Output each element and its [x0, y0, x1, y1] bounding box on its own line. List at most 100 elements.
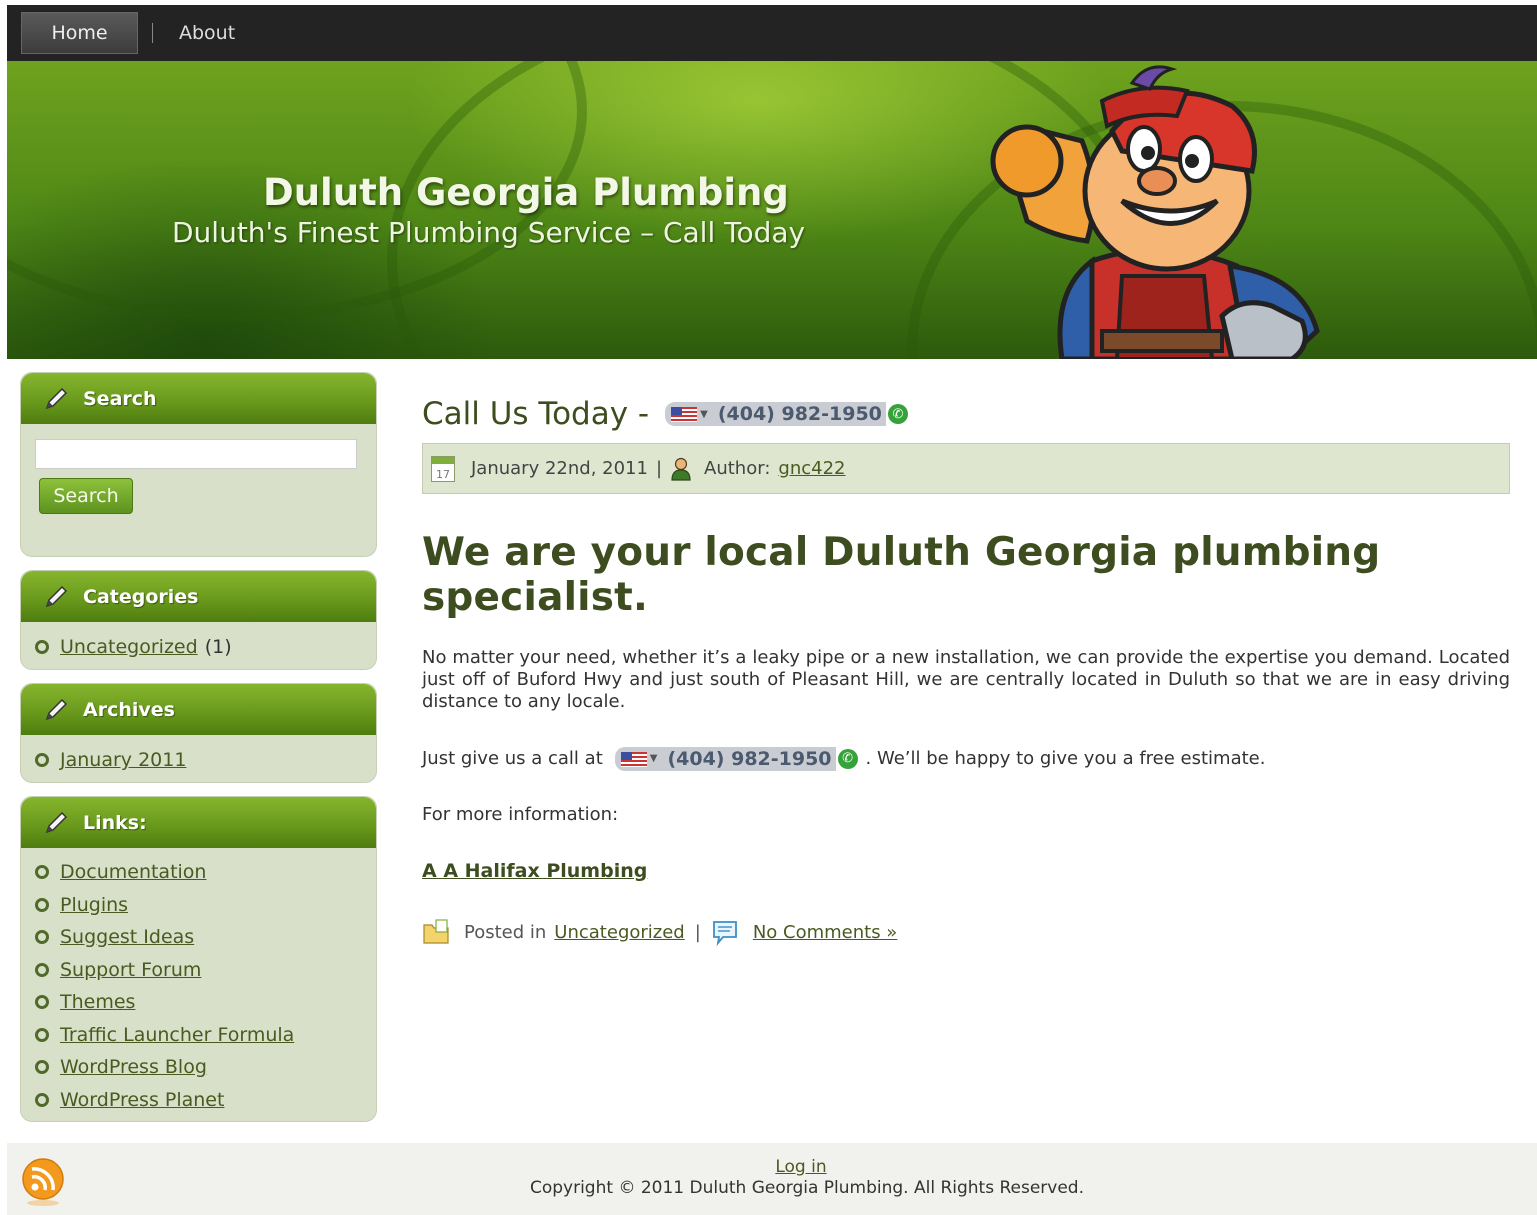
link-wordpress-planet[interactable]: WordPress Planet: [60, 1089, 224, 1111]
site-tagline: Duluth's Finest Plumbing Service – Call …: [172, 216, 806, 249]
pencil-icon: [45, 698, 68, 720]
bullet-icon: [35, 640, 49, 655]
link-support-forum[interactable]: Support Forum: [60, 959, 201, 981]
posted-in-label: Posted in: [464, 921, 547, 943]
plumber-mascot-image: [990, 65, 1320, 359]
call-text-after: . We’ll be happy to give you a free esti…: [865, 748, 1266, 769]
page-footer: Log in Copyright © 2011 Duluth Georgia P…: [7, 1143, 1537, 1215]
categories-widget-title: Categories: [83, 585, 199, 608]
bullet-icon: [35, 995, 49, 1010]
bullet-icon: [35, 1027, 49, 1042]
phone-number[interactable]: (404) 982-1950: [663, 747, 836, 771]
phone-widget[interactable]: ▼ (404) 982-1950 ✆: [665, 402, 908, 426]
call-icon[interactable]: ✆: [837, 749, 858, 769]
archives-list: January 2011: [21, 735, 376, 782]
post-footer: Posted in Uncategorized | No Comments »: [422, 918, 1510, 946]
bullet-icon: [35, 897, 49, 912]
calendar-day: 17: [436, 467, 450, 481]
pencil-icon: [45, 811, 68, 833]
link-item: Themes: [35, 986, 376, 1019]
link-item: Documentation: [35, 856, 376, 889]
link-item: Support Forum: [35, 954, 376, 987]
categories-widget: Categories Uncategorized (1): [20, 570, 377, 670]
search-widget-header: Search: [21, 373, 376, 424]
links-widget-title: Links:: [83, 811, 147, 834]
link-suggest-ideas[interactable]: Suggest Ideas: [60, 926, 194, 948]
link-item: WordPress Planet: [35, 1084, 376, 1117]
post-heading: We are your local Duluth Georgia plumbin…: [422, 530, 1381, 620]
link-item: Traffic Launcher Formula: [35, 1019, 376, 1052]
search-widget-title: Search: [83, 387, 157, 410]
category-count: (1): [204, 636, 232, 659]
calendar-icon: 17: [431, 455, 455, 482]
header-banner: Duluth Georgia Plumbing Duluth's Finest …: [7, 61, 1537, 359]
us-flag-icon: [671, 406, 698, 422]
link-documentation[interactable]: Documentation: [60, 861, 206, 883]
pencil-icon: [45, 585, 68, 607]
nav-about-link[interactable]: About: [179, 22, 235, 44]
author-label: Author:: [704, 458, 771, 479]
bullet-icon: [35, 962, 49, 977]
call-text-before: Just give us a call at: [422, 748, 603, 769]
archives-widget-title: Archives: [83, 698, 175, 721]
login-link[interactable]: Log in: [775, 1157, 826, 1177]
pencil-icon: [45, 387, 68, 409]
comment-icon: [712, 921, 737, 946]
links-list: Documentation Plugins Suggest Ideas Supp…: [21, 848, 376, 1121]
link-traffic-launcher-formula[interactable]: Traffic Launcher Formula: [60, 1024, 294, 1046]
footer-separator: |: [694, 921, 701, 943]
folder-icon: [423, 919, 449, 944]
post-paragraph-info: For more information:: [422, 804, 619, 825]
search-input[interactable]: [35, 439, 357, 469]
post-paragraph: No matter your need, whether it’s a leak…: [422, 647, 1510, 712]
link-item: Plugins: [35, 889, 376, 922]
phone-number[interactable]: (404) 982-1950: [713, 402, 886, 426]
archives-widget-header: Archives: [21, 684, 376, 735]
author-link[interactable]: gnc422: [778, 458, 845, 479]
post-title-text[interactable]: Call Us Today -: [422, 396, 649, 432]
meta-separator: |: [655, 458, 663, 479]
dropdown-caret-icon: ▼: [649, 753, 658, 764]
call-icon[interactable]: ✆: [887, 404, 908, 424]
category-item: Uncategorized (1): [35, 631, 376, 664]
copyright-text: Copyright © 2011 Duluth Georgia Plumbing…: [529, 1178, 1085, 1198]
comments-link[interactable]: No Comments »: [753, 922, 898, 943]
top-navigation: Home About: [7, 5, 1537, 61]
bullet-icon: [35, 930, 49, 945]
link-themes[interactable]: Themes: [60, 991, 135, 1013]
archive-link-january-2011[interactable]: January 2011: [60, 749, 186, 771]
nav-separator: [152, 23, 153, 43]
phone-widget[interactable]: ▼ (404) 982-1950 ✆: [614, 747, 858, 771]
links-widget: Links: Documentation Plugins Suggest Ide…: [20, 796, 377, 1122]
link-plugins[interactable]: Plugins: [60, 894, 128, 916]
archives-widget: Archives January 2011: [20, 683, 377, 783]
post-date: January 22nd, 2011: [471, 458, 648, 479]
post-title: Call Us Today - ▼ (404) 982-1950 ✆: [422, 380, 1510, 448]
link-item: WordPress Blog: [35, 1051, 376, 1084]
post-meta: 17 January 22nd, 2011 | Author: gnc422: [422, 443, 1510, 494]
bullet-icon: [35, 1060, 49, 1075]
nav-home-link[interactable]: Home: [21, 12, 138, 54]
bullet-icon: [35, 865, 49, 880]
link-item: Suggest Ideas: [35, 921, 376, 954]
search-button[interactable]: Search: [39, 478, 133, 514]
halifax-plumbing-link[interactable]: A A Halifax Plumbing: [422, 860, 647, 882]
us-flag-icon: [620, 751, 647, 767]
link-wordpress-blog[interactable]: WordPress Blog: [60, 1056, 207, 1078]
country-selector[interactable]: ▼: [614, 747, 664, 771]
bullet-icon: [35, 753, 49, 768]
categories-widget-header: Categories: [21, 571, 376, 622]
bullet-icon: [35, 1092, 49, 1107]
links-widget-header: Links:: [21, 797, 376, 848]
author-icon: [671, 457, 691, 481]
category-link[interactable]: Uncategorized: [554, 922, 684, 943]
site-title[interactable]: Duluth Georgia Plumbing: [263, 171, 789, 214]
footer-login: Log in: [7, 1157, 1537, 1177]
country-selector[interactable]: ▼: [665, 402, 714, 426]
category-link-uncategorized[interactable]: Uncategorized: [60, 636, 198, 658]
categories-list: Uncategorized (1): [21, 622, 376, 669]
main-content: Call Us Today - ▼ (404) 982-1950 ✆ 17 Ja…: [422, 380, 1510, 946]
archive-item: January 2011: [35, 744, 376, 777]
search-widget: Search Search: [20, 372, 377, 557]
post-paragraph-call: Just give us a call at ▼ (404) 982-1950 …: [422, 747, 1510, 771]
